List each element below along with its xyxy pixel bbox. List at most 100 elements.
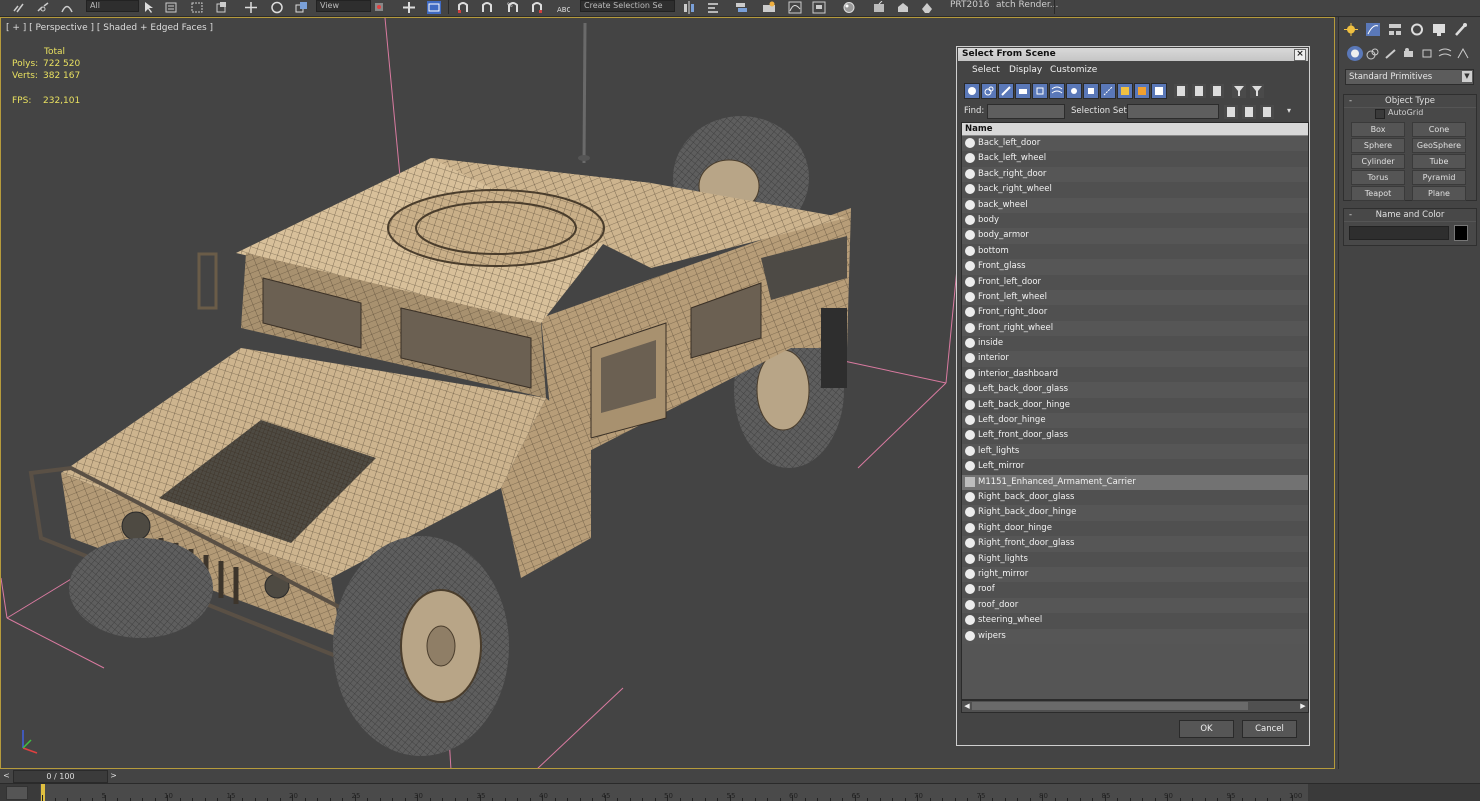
layer-explorer-icon[interactable] [734,1,748,14]
track-bar[interactable]: 5 10 15 20 25 30 35 40 45 50 55 60 65 70 75 80 85 90 95 100 [0,783,1480,801]
list-item[interactable]: Right_door_hinge [962,520,1308,537]
torus-button[interactable]: Torus [1351,170,1405,185]
utilities-tab-icon[interactable] [1453,22,1469,37]
autogrid-checkbox[interactable] [1375,109,1385,119]
display-none-icon[interactable] [1191,83,1207,99]
systems-icon[interactable] [1455,46,1471,61]
list-item[interactable]: Front_right_wheel [962,320,1308,337]
list-item[interactable]: M1151_Enhanced_Armament_Carrier [962,474,1308,490]
find-input[interactable] [987,104,1065,119]
rectangular-region-icon[interactable] [190,1,204,14]
list-item[interactable]: body_armor [962,228,1308,244]
motion-tab-icon[interactable] [1409,22,1425,37]
select-object-icon[interactable] [142,1,156,14]
add-to-selection-set-icon[interactable] [1241,104,1257,120]
list-item[interactable]: Back_right_door [962,166,1308,183]
create-tab-icon[interactable] [1343,22,1359,37]
frame-ruler[interactable]: 5 10 15 20 25 30 35 40 45 50 55 60 65 70 75 80 85 90 95 100 [40,784,1308,801]
list-item[interactable]: Right_lights [962,551,1308,567]
time-slider[interactable]: 0 / 100 [13,770,108,783]
lights-filter-icon[interactable] [998,83,1014,99]
shapes-filter-icon[interactable] [981,83,997,99]
rotate-icon[interactable] [270,1,284,14]
list-item[interactable]: roof [962,582,1308,598]
rendered-frame-window-icon[interactable] [896,1,910,14]
primitive-category-dropdown[interactable]: Standard Primitives ▼ [1345,69,1474,85]
bind-space-warp-icon[interactable] [60,1,74,14]
next-frame-icon[interactable]: > [109,770,118,781]
filter-icon[interactable] [1231,83,1247,99]
list-item[interactable]: Back_left_door [962,136,1308,152]
sphere-button[interactable]: Sphere [1351,138,1405,153]
scroll-thumb[interactable] [972,702,1248,710]
modify-tab-icon[interactable] [1365,22,1381,37]
geometry-filter-icon[interactable] [964,83,980,99]
frozen-filter-icon[interactable] [1134,83,1150,99]
list-item[interactable]: Right_back_door_glass [962,489,1308,506]
list-item[interactable]: Front_left_door [962,274,1308,290]
list-item[interactable]: back_wheel [962,197,1308,213]
list-item[interactable]: left_lights [962,443,1308,460]
material-editor-icon[interactable] [842,1,856,14]
bones-filter-icon[interactable] [1100,83,1116,99]
scale-icon[interactable] [294,1,308,14]
cameras-filter-icon[interactable] [1015,83,1031,99]
window-crossing-icon[interactable] [214,1,228,14]
box-button[interactable]: Box [1351,122,1405,137]
object-color-swatch[interactable] [1454,225,1468,241]
hidden-filter-icon[interactable] [1151,83,1167,99]
list-item[interactable]: interior [962,351,1308,367]
object-type-header[interactable]: - Object Type [1344,95,1476,108]
menu-display[interactable]: Display [1009,65,1042,75]
list-item[interactable]: Right_back_door_hinge [962,505,1308,521]
list-item[interactable]: Front_glass [962,259,1308,275]
list-item[interactable]: steering_wheel [962,613,1308,629]
list-item[interactable]: Front_right_door [962,305,1308,321]
chevron-down-icon[interactable]: ▾ [1287,106,1291,115]
curve-editor-toggle-icon[interactable] [6,786,28,800]
angle-snap-icon[interactable] [480,1,494,14]
space-warps-icon[interactable] [1437,46,1453,61]
pyramid-button[interactable]: Pyramid [1412,170,1466,185]
move-icon[interactable] [244,1,258,14]
containers-filter-icon[interactable] [1117,83,1133,99]
list-item[interactable]: bottom [962,243,1308,260]
invert-display-icon[interactable] [1209,83,1225,99]
mirror-icon[interactable] [682,1,696,14]
list-item[interactable]: Left_door_hinge [962,413,1308,429]
curve-editor-icon[interactable] [788,1,802,14]
render-setup-icon[interactable] [872,1,886,14]
unlink-icon[interactable] [36,1,50,14]
list-item[interactable]: Back_left_wheel [962,151,1308,167]
xrefs-filter-icon[interactable] [1083,83,1099,99]
create-selection-set-icon[interactable] [1223,104,1239,120]
selection-filter-dropdown[interactable]: All [86,0,139,12]
selection-set-dropdown[interactable] [1127,104,1219,119]
teapot-button[interactable]: Teapot [1351,186,1405,201]
plane-button[interactable]: Plane [1412,186,1466,201]
cylinder-button[interactable]: Cylinder [1351,154,1405,169]
pivot-center-icon[interactable] [372,1,386,14]
named-selection-set-dropdown[interactable]: Create Selection Se [580,0,675,12]
cone-button[interactable]: Cone [1412,122,1466,137]
scroll-left-icon[interactable]: ◀ [963,702,971,710]
close-icon[interactable]: × [1294,49,1306,61]
cameras-icon[interactable] [1401,46,1417,61]
groups-filter-icon[interactable] [1066,83,1082,99]
spinner-snap-icon[interactable] [530,1,544,14]
list-item[interactable]: Front_left_wheel [962,289,1308,306]
link-icon[interactable] [12,1,26,14]
list-item[interactable]: interior_dashboard [962,366,1308,383]
object-name-input[interactable] [1349,226,1449,240]
geosphere-button[interactable]: GeoSphere [1412,138,1466,153]
scroll-right-icon[interactable]: ▶ [1299,702,1307,710]
list-item[interactable]: wipers [962,628,1308,644]
helpers-icon[interactable] [1419,46,1435,61]
filter-options-icon[interactable] [1249,83,1265,99]
list-item[interactable]: Left_back_door_hinge [962,397,1308,414]
schematic-view-icon[interactable] [812,1,826,14]
menu-customize[interactable]: Customize [1050,65,1097,75]
list-item[interactable]: roof_door [962,597,1308,614]
display-tab-icon[interactable] [1431,22,1447,37]
render-production-icon[interactable] [920,1,934,14]
